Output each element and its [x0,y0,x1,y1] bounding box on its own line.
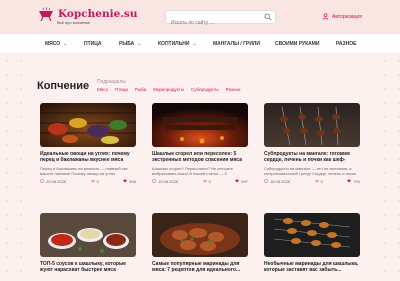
site-header: Kopchenie.su Всё про копчение Авторизаци… [0,0,400,34]
search-box [165,10,276,29]
eye-icon [90,179,95,183]
likes-count: 906 [129,178,136,184]
nav-item-smokehouses[interactable]: КОПТИЛЬНИ ⌄ [158,34,197,54]
article-card[interactable]: Субпродукты на мангале: готовим сердце, … [264,103,360,184]
likes-count: 700 [353,178,360,184]
nav-label: СВОИМИ РУКАМИ [275,41,320,47]
article-meta: 18.08.2026 0 700 [264,178,360,184]
subcategories-label: Подразделы [97,79,126,85]
heart-icon [235,179,239,183]
clock-icon [152,179,156,183]
search-icon[interactable] [264,13,272,21]
nav-label: РЫБА [119,41,135,47]
nav-label: МЯСО [45,41,61,47]
article-title[interactable]: ТОП-5 соусов к шашлыку, которые жуют нар… [40,261,136,274]
main-nav: МЯСО ⌄ ПТИЦА РЫБА ⌄ КОПТИЛЬНИ ⌄ МАНГАЛЫ / Г… [0,34,400,54]
article-date: 19.08.2026 [152,179,178,184]
subcat-link-misc[interactable]: Разное [226,87,241,92]
heart-icon [347,179,351,183]
nav-label: РАЗНОЕ [336,41,357,47]
article-image-grilled-vegetables[interactable] [40,103,136,147]
article-excerpt: Субпродукты на мангале — это не экономия… [264,166,356,176]
article-title[interactable]: Необычные маринады для шашлыка, которые … [264,261,360,274]
nav-item-grills[interactable]: МАНГАЛЫ / ГРИЛИ [213,34,260,54]
likes-count: 697 [241,178,248,184]
nav-item-meat[interactable]: МЯСО ⌄ [45,34,67,54]
page-title: Копчение [37,80,90,92]
article-card[interactable]: Идеальные овощи на углях: почему перец и… [40,103,136,184]
article-card[interactable]: Самые популярные маринады для мяса: 7 ре… [152,213,248,274]
nav-item-misc[interactable]: РАЗНОЕ [336,34,356,54]
article-title[interactable]: Субпродукты на мангале: готовим сердце, … [264,151,360,164]
article-card[interactable]: Шашлык сгорел или пересолен: 5 экстренны… [152,103,248,184]
subcat-link-seafood[interactable]: Морепродукты [153,87,184,92]
nav-item-poultry[interactable]: ПТИЦА [84,34,102,54]
chevron-down-icon: ⌄ [137,41,142,47]
subcategory-links: Мясо Птица Рыба Морепродукты Субпродукты… [97,87,240,92]
article-image-marinated-meat[interactable] [152,213,248,257]
article-title[interactable]: Идеальные овощи на углях: почему перец и… [40,151,136,164]
article-title[interactable]: Шашлык сгорел или пересолен: 5 экстренны… [152,151,248,164]
clock-icon [264,179,268,183]
article-excerpt: Перец и баклажаны на мангале — главный х… [40,166,128,176]
article-date: 20.08.2026 [40,179,66,184]
article-views: 0 [314,178,323,184]
article-likes: 906 [123,179,136,184]
date-text: 18.08.2026 [270,178,291,184]
subcat-link-poultry[interactable]: Птица [115,87,128,92]
article-likes: 700 [347,179,360,184]
date-text: 20.08.2026 [46,178,67,184]
eye-icon [202,179,207,183]
article-meta: 19.08.2026 0 697 [152,178,248,184]
site-logo[interactable]: Kopchenie.su [38,7,137,21]
article-views: 0 [90,178,99,184]
grill-logo-icon [39,7,53,21]
heart-icon [123,179,127,183]
article-card[interactable]: Необычные маринады для шашлыка, которые … [264,213,360,274]
nav-item-diy[interactable]: СВОИМИ РУКАМИ [275,34,320,54]
article-card[interactable]: ТОП-5 соусов к шашлыку, которые жуют нар… [40,213,136,274]
subcat-link-meat[interactable]: Мясо [97,87,108,92]
nav-label: МАНГАЛЫ / ГРИЛИ [213,41,261,47]
subcat-link-fish[interactable]: Рыба [135,87,146,92]
search-input[interactable] [166,17,261,29]
nav-label: КОПТИЛЬНИ [158,41,190,47]
logo-text: Kopchenie.su [58,7,138,20]
chevron-down-icon: ⌄ [63,41,68,47]
views-count: 0 [96,178,99,184]
chevron-down-icon: ⌄ [192,41,197,47]
article-image-sauces[interactable] [40,213,136,257]
article-image-offal-skewers[interactable] [264,103,360,147]
clock-icon [40,179,44,183]
article-title[interactable]: Самые популярные маринады для мяса: 7 ре… [152,261,248,274]
views-count: 0 [208,178,211,184]
subcat-link-offal[interactable]: Субпродукты [191,87,219,92]
login-link[interactable]: Авторизация [322,13,362,20]
article-likes: 697 [235,179,248,184]
article-date: 18.08.2026 [264,179,290,184]
article-meta: 20.08.2026 0 906 [40,178,136,184]
login-label: Авторизация [332,13,362,20]
nav-item-fish[interactable]: РЫБА ⌄ [119,34,141,54]
article-image-burnt-shashlik[interactable] [152,103,248,147]
article-excerpt: Шашлык сгорел? Пересолили? Не спешите вы… [152,166,234,176]
eye-icon [314,179,319,183]
views-count: 0 [320,178,323,184]
logo-tagline: Всё про копчение [57,20,90,25]
article-views: 0 [202,178,211,184]
article-image-unusual-marinades[interactable] [264,213,360,257]
date-text: 19.08.2026 [158,178,179,184]
nav-label: ПТИЦА [84,41,102,47]
user-icon [322,13,329,20]
